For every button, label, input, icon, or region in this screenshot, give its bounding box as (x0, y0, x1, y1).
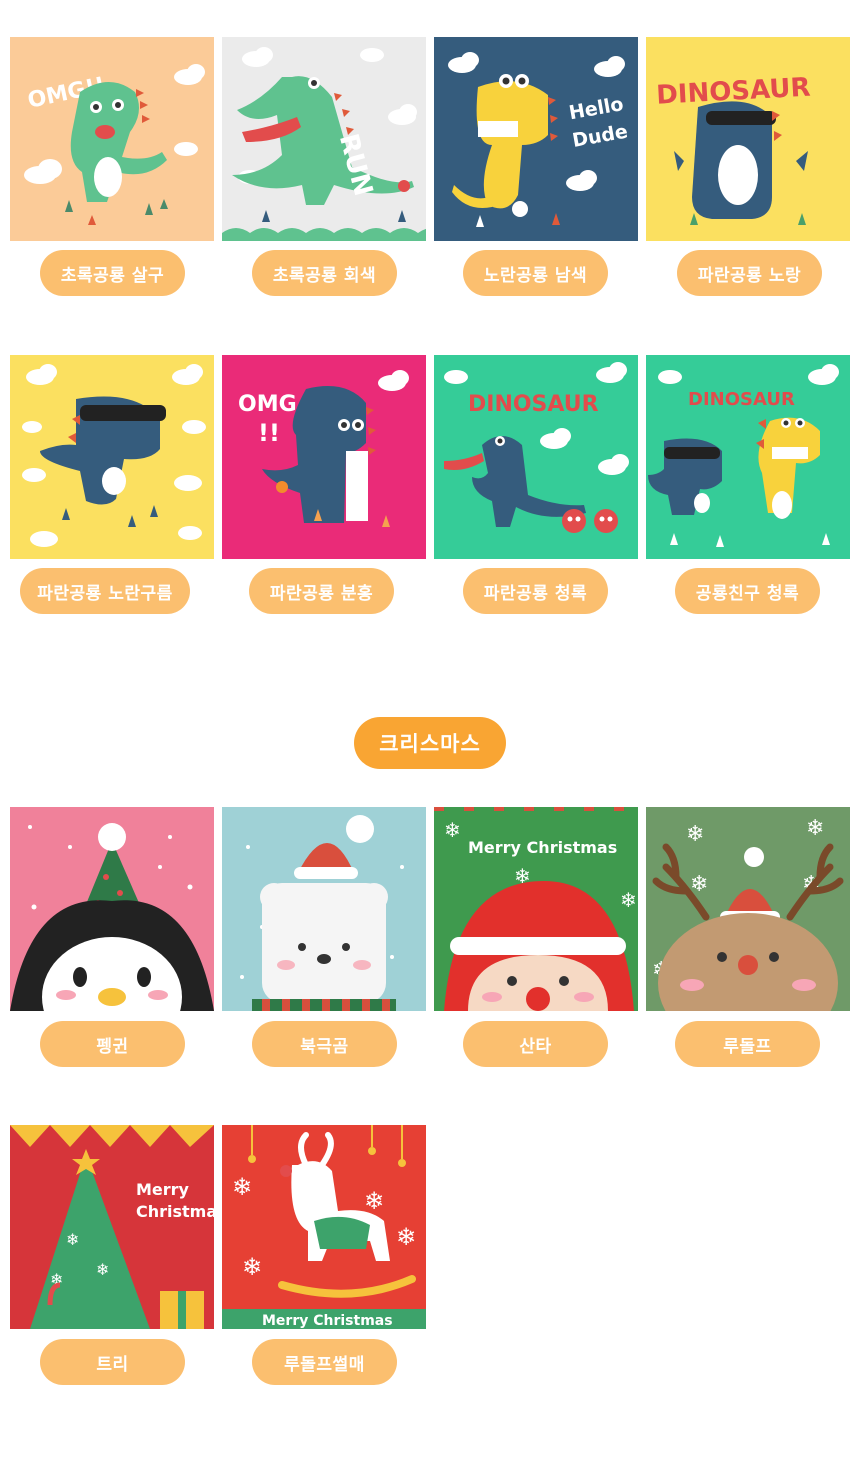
product-label[interactable]: 초록공룡 살구 (40, 250, 185, 296)
svg-text:❄: ❄ (232, 1173, 252, 1201)
product-image-penguin[interactable] (10, 807, 214, 1011)
christmas-text: Christmas (136, 1202, 214, 1221)
dinosaur-text: DINOSAUR (688, 389, 795, 410)
merry-christmas-text: Merry Christmas (468, 838, 617, 857)
product-label[interactable]: 초록공룡 회색 (252, 250, 397, 296)
omg-text: OMG (238, 392, 297, 417)
svg-text:❄: ❄ (620, 888, 637, 912)
dinosaur-text: DINOSAUR (468, 392, 599, 417)
yellow-dino-hello-dude-illustration: Hello Dude (434, 37, 638, 241)
rudolph-illustration: ❄❄❄❄❄ (646, 807, 850, 1011)
blue-dino-omg-illustration: OMG !! (222, 355, 426, 559)
product-image-santa[interactable]: Merry Christmas ❄ ❄ ❄ (434, 807, 638, 1011)
santa-illustration: Merry Christmas ❄❄❄ (434, 807, 638, 1011)
svg-text:❄: ❄ (806, 816, 824, 841)
product-image-polar-bear[interactable] (222, 807, 426, 1011)
product-image-tree[interactable]: Merry Christmas ❄❄❄ (10, 1125, 214, 1329)
product-image-green-dino-omg[interactable]: OMG!! (10, 37, 214, 241)
section-title-christmas: 크리스마스 (354, 717, 506, 769)
product-image-green-dino-run[interactable]: RUN (222, 37, 426, 241)
merry-christmas-text: Merry Christmas (262, 1313, 393, 1329)
svg-text:❄: ❄ (364, 1187, 384, 1215)
product-image-blue-dino-dinosaur[interactable]: DINOSAUR (646, 37, 850, 241)
svg-text:❄: ❄ (242, 1253, 262, 1281)
product-image-rudolph[interactable]: ❄❄❄❄❄ (646, 807, 850, 1011)
green-dino-omg-illustration: OMG!! (10, 37, 214, 241)
product-label[interactable]: 루돌프썰매 (252, 1339, 397, 1385)
product-image-yellow-dino-hello-dude[interactable]: Hello Dude (434, 37, 638, 241)
product-label[interactable]: 파란공룡 노란구름 (20, 568, 190, 614)
product-label[interactable]: 루돌프 (675, 1021, 820, 1067)
merry-text: Merry (136, 1180, 190, 1199)
polar-bear-illustration (222, 807, 426, 1011)
product-image-blue-dino-sunglasses[interactable] (10, 355, 214, 559)
green-dino-run-illustration: RUN (222, 37, 426, 241)
bangs-text: !! (258, 419, 280, 447)
blue-dino-dinosaur-teal-illustration: DINOSAUR (434, 355, 638, 559)
product-image-rudolph-sled[interactable]: ❄ ❄ ❄ ❄ Merry Christmas (222, 1125, 426, 1329)
tree-illustration: Merry Christmas ❄❄❄ (10, 1125, 214, 1329)
rudolph-sled-illustration: ❄ ❄ ❄ ❄ Merry Christmas (222, 1125, 426, 1329)
blue-dino-dinosaur-illustration: DINOSAUR (646, 37, 850, 241)
product-label[interactable]: 노란공룡 남색 (463, 250, 608, 296)
product-label[interactable]: 펭귄 (40, 1021, 185, 1067)
product-image-blue-dino-dinosaur-teal[interactable]: DINOSAUR (434, 355, 638, 559)
product-image-dino-friends[interactable]: DINOSAUR (646, 355, 850, 559)
svg-text:❄: ❄ (396, 1223, 416, 1251)
svg-text:❄: ❄ (444, 818, 461, 842)
svg-text:❄: ❄ (66, 1230, 79, 1249)
dino-friends-illustration: DINOSAUR (646, 355, 850, 559)
product-image-blue-dino-omg[interactable]: OMG !! (222, 355, 426, 559)
product-label[interactable]: 파란공룡 청록 (463, 568, 608, 614)
product-label[interactable]: 공룡친구 청록 (675, 568, 820, 614)
product-label[interactable]: 파란공룡 분홍 (249, 568, 394, 614)
product-label[interactable]: 산타 (463, 1021, 608, 1067)
product-label[interactable]: 북극곰 (252, 1021, 397, 1067)
svg-text:❄: ❄ (686, 822, 704, 847)
penguin-illustration (10, 807, 214, 1011)
product-label[interactable]: 트리 (40, 1339, 185, 1385)
blue-dino-sunglasses-illustration (10, 355, 214, 559)
product-label[interactable]: 파란공룡 노랑 (677, 250, 822, 296)
svg-text:❄: ❄ (96, 1260, 109, 1279)
